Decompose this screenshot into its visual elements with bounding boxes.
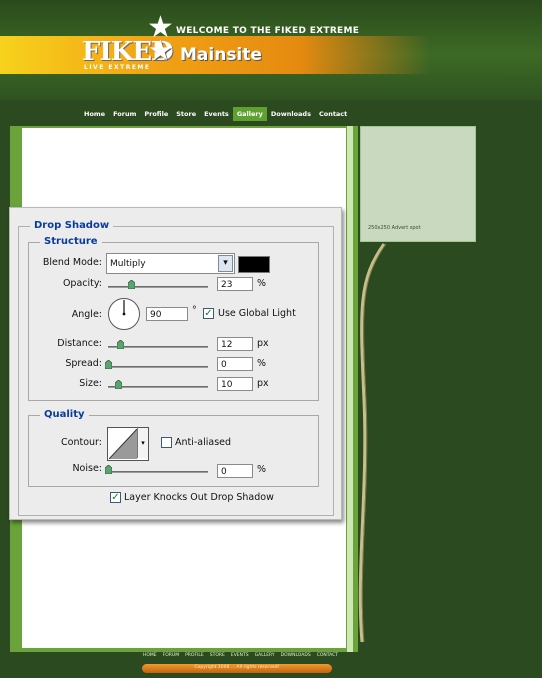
size-input[interactable]: 10 <box>217 377 253 391</box>
contour-label: Contour: <box>61 437 102 448</box>
distance-slider-thumb[interactable] <box>116 340 124 349</box>
footer-link-events[interactable]: EVENTS <box>228 653 252 658</box>
noise-label: Noise: <box>72 463 102 474</box>
spread-label: Spread: <box>65 358 102 369</box>
copyright-text: Copyright 2008 ... All rights reserved! <box>194 665 280 670</box>
spread-slider-thumb[interactable] <box>104 360 112 369</box>
distance-input[interactable]: 12 <box>217 337 253 351</box>
anti-aliased-checkbox[interactable] <box>161 437 172 448</box>
size-slider-track[interactable] <box>108 386 208 388</box>
size-unit: px <box>257 378 269 389</box>
quality-legend: Quality <box>40 409 89 420</box>
use-global-light-checkbox[interactable]: ✓ <box>203 308 214 319</box>
noise-input[interactable]: 0 <box>217 464 253 478</box>
blend-mode-select[interactable]: Multiply ▾ <box>106 253 235 274</box>
quality-group <box>28 415 319 487</box>
spread-unit: % <box>257 358 267 369</box>
nav-item-contact[interactable]: Contact <box>315 107 351 121</box>
contour-picker[interactable]: ▾ <box>107 427 149 461</box>
size-label: Size: <box>79 378 102 389</box>
layer-knocks-out-checkbox[interactable]: ✓ <box>110 492 121 503</box>
layer-knocks-out-label: Layer Knocks Out Drop Shadow <box>124 492 274 503</box>
drop-shadow-title: Drop Shadow <box>30 220 114 231</box>
contour-dropdown-icon[interactable]: ▾ <box>137 428 148 458</box>
footer-link-home[interactable]: HOME <box>140 653 160 658</box>
main-nav: Home Forum Profile Store Events Gallery … <box>80 107 351 121</box>
site-subtitle: Mainsite <box>180 45 262 65</box>
drop-shadow-dialog: Drop Shadow Structure Blend Mode: Multip… <box>9 207 342 520</box>
footer-link-contact[interactable]: CONTACT <box>314 653 341 658</box>
site-tagline: LIVE EXTREME <box>84 64 151 71</box>
angle-unit: ° <box>192 305 197 316</box>
advert-label: 250x250 Advert spot <box>368 225 421 231</box>
nav-item-profile[interactable]: Profile <box>140 107 172 121</box>
distance-label: Distance: <box>57 338 102 349</box>
shadow-color-swatch[interactable] <box>238 256 270 273</box>
nav-item-home[interactable]: Home <box>80 107 109 121</box>
angle-input[interactable]: 90 <box>146 307 188 321</box>
use-global-light-label: Use Global Light <box>218 308 296 319</box>
angle-dial[interactable] <box>107 297 141 331</box>
size-slider-thumb[interactable] <box>114 380 122 389</box>
anti-aliased-label: Anti-aliased <box>175 437 232 448</box>
vine-decoration <box>358 243 387 643</box>
spread-slider-track[interactable] <box>108 366 208 368</box>
nav-item-downloads[interactable]: Downloads <box>267 107 315 121</box>
nav-item-events[interactable]: Events <box>200 107 233 121</box>
noise-slider-thumb[interactable] <box>104 465 112 474</box>
nav-item-forum[interactable]: Forum <box>109 107 140 121</box>
opacity-slider-track[interactable] <box>108 286 208 288</box>
noise-slider-track[interactable] <box>108 471 208 473</box>
footer-link-forum[interactable]: FORUM <box>160 653 182 658</box>
chevron-down-icon[interactable]: ▾ <box>218 255 233 272</box>
opacity-slider-thumb[interactable] <box>127 280 135 289</box>
opacity-input[interactable]: 23 <box>217 277 253 291</box>
footer-link-gallery[interactable]: GALLERY <box>252 653 278 658</box>
blend-mode-label: Blend Mode: <box>42 257 102 268</box>
footer-link-store[interactable]: STORE <box>207 653 228 658</box>
logo-star-icon: ★ <box>148 34 174 67</box>
structure-legend: Structure <box>40 236 102 247</box>
nav-item-gallery[interactable]: Gallery <box>232 107 267 121</box>
noise-unit: % <box>257 464 267 475</box>
footer-link-profile[interactable]: PROFILE <box>182 653 207 658</box>
nav-item-store[interactable]: Store <box>172 107 200 121</box>
opacity-unit: % <box>257 278 267 289</box>
contour-curve-icon <box>109 429 137 459</box>
footer-link-downloads[interactable]: DOWNLOADS <box>278 653 314 658</box>
distance-unit: px <box>257 338 269 349</box>
angle-label: Angle: <box>71 309 102 320</box>
welcome-text: WELCOME TO THE FIKED EXTREME <box>176 26 360 36</box>
blend-mode-value: Multiply <box>110 259 146 269</box>
spread-input[interactable]: 0 <box>217 357 253 371</box>
footer-nav: HOME FORUM PROFILE STORE EVENTS GALLERY … <box>140 653 341 658</box>
opacity-label: Opacity: <box>62 278 102 289</box>
